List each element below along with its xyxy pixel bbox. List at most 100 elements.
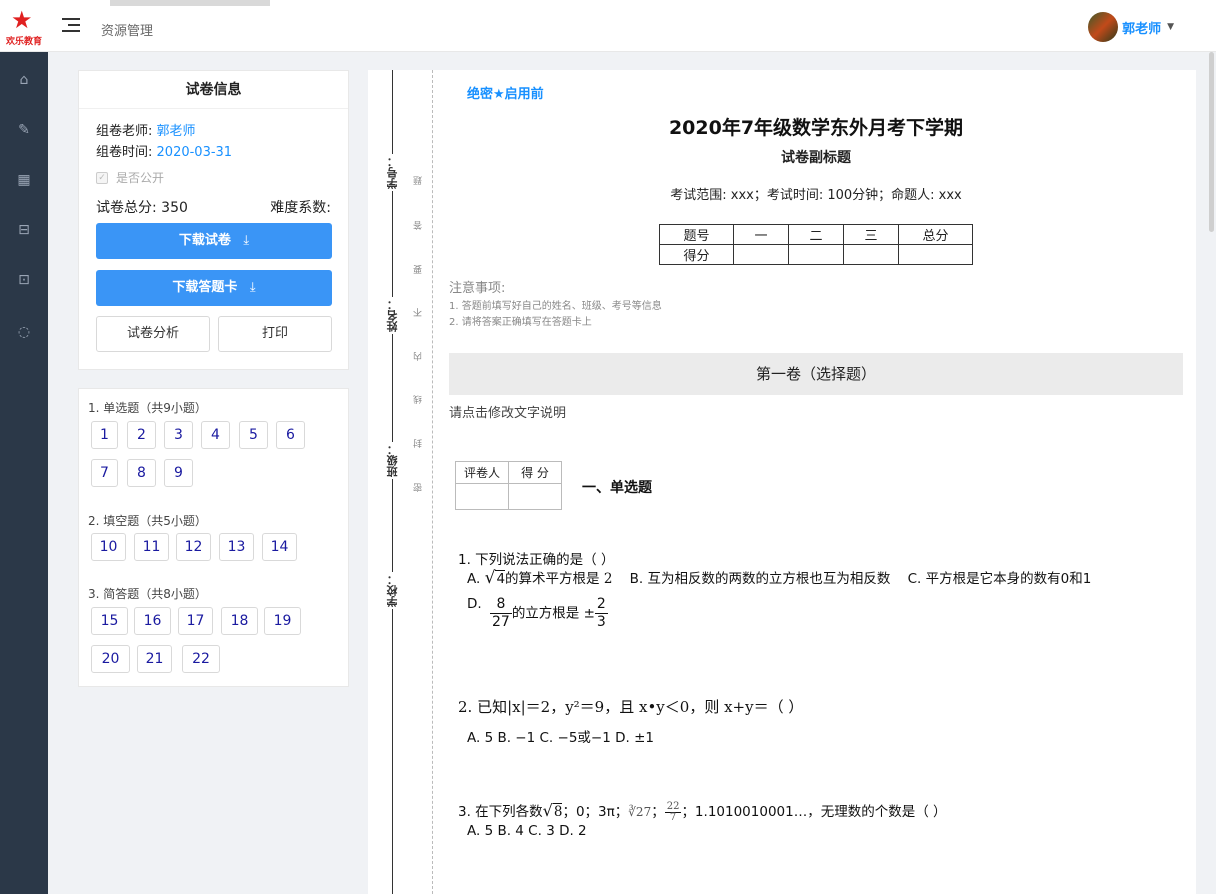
home-icon[interactable]: ⌂: [14, 70, 34, 90]
question-button[interactable]: 13: [219, 533, 254, 561]
section-header[interactable]: 第一卷（选择题）: [449, 353, 1183, 395]
user-name[interactable]: 郭老师: [1122, 18, 1161, 37]
question-button[interactable]: 4: [201, 421, 230, 449]
fraction: 22 7: [664, 800, 682, 823]
stem-suffix: ；1.1010010001…，无理数的个数是（ ）: [681, 804, 947, 820]
denominator: 27: [491, 614, 510, 630]
score-cell: [733, 244, 789, 265]
user-menu[interactable]: 郭老师 ▼: [1088, 12, 1174, 42]
section-title: 3. 简答题（共8小题）: [88, 587, 207, 601]
question-button[interactable]: 5: [239, 421, 268, 449]
breadcrumb[interactable]: 资源管理: [101, 20, 153, 39]
public-checkbox[interactable]: ✓ 是否公开: [96, 169, 164, 186]
paper-meta[interactable]: 考试范围: xxx；考试时间: 100分钟；命题人: xxx: [434, 184, 1198, 203]
question-button[interactable]: 10: [91, 533, 126, 561]
question-button[interactable]: 11: [134, 533, 169, 561]
total-label: 试卷总分:: [96, 200, 157, 216]
question-button[interactable]: 7: [91, 459, 118, 487]
question-button[interactable]: 18: [221, 607, 258, 635]
analysis-button[interactable]: 试卷分析: [96, 316, 210, 352]
caret-down-icon[interactable]: ▼: [1167, 22, 1174, 32]
binding-char: 题: [412, 176, 425, 185]
binding-char: 内: [412, 352, 425, 361]
cube-root: ∛27: [628, 805, 652, 819]
print-button[interactable]: 打印: [218, 316, 332, 352]
section-title: 2. 填空题（共5小题）: [88, 514, 207, 528]
question-button[interactable]: 20: [91, 645, 130, 673]
download-paper-button[interactable]: 下载试卷 ⤓: [96, 223, 332, 259]
score-cell: 三: [843, 224, 899, 245]
question-stem[interactable]: 2. 已知|x|＝2，y²＝9，且 x•y＜0，则 x+y＝（ ）: [458, 696, 803, 717]
option-a-text: 的算术平方根是: [505, 571, 600, 587]
option-a-value: 2: [603, 571, 613, 587]
note-item[interactable]: 2. 请将答案正确填写在答题卡上: [449, 313, 592, 328]
scrollbar[interactable]: [1209, 52, 1214, 232]
building-icon[interactable]: ▦: [14, 170, 34, 190]
question-options[interactable]: A. √4的算术平方根是 2 B. 互为相反数的两数的立方根也互为相反数 C. …: [467, 567, 1091, 588]
panel-title: 试卷信息: [79, 71, 348, 109]
board-icon[interactable]: ⊡: [14, 270, 34, 290]
question-stem[interactable]: 3. 在下列各数√8；0；3π；∛27； 22 7 ；1.1010010001…，无理…: [458, 800, 947, 823]
logo-text: 欢乐教育: [5, 36, 42, 46]
grader-cell: [455, 483, 509, 510]
sqrt-icon: √: [542, 801, 553, 820]
option-d-text: 的立方根是: [511, 605, 580, 622]
edit-icon[interactable]: ✎: [14, 120, 34, 140]
top-bar: ★ 欢乐教育 资源管理 郭老师 ▼: [0, 0, 1216, 52]
note-item[interactable]: 1. 答题前填写好自己的姓名、班级、考号等信息: [449, 297, 662, 312]
inbox-icon[interactable]: ⊟: [14, 220, 34, 240]
question-button[interactable]: 17: [178, 607, 213, 635]
paper-subtitle[interactable]: 试卷副标题: [434, 147, 1198, 167]
question-options[interactable]: A. 5 B. 4 C. 3 D. 2: [467, 823, 587, 839]
question-button[interactable]: 19: [264, 607, 301, 635]
question-option-d[interactable]: D. 8 27 的立方根是 ±2 3: [467, 596, 608, 631]
secret-label[interactable]: 绝密★启用前: [467, 83, 544, 102]
question-button[interactable]: 21: [137, 645, 172, 673]
question-options[interactable]: A. 5 B. −1 C. −5或−1 D. ±1: [467, 726, 654, 746]
question-button[interactable]: 3: [164, 421, 193, 449]
notes-title[interactable]: 注意事项:: [449, 277, 505, 296]
option-a-prefix: A.: [467, 571, 485, 587]
question-button[interactable]: 6: [276, 421, 305, 449]
question-button[interactable]: 8: [127, 459, 156, 487]
question-button[interactable]: 15: [91, 607, 128, 635]
teacher-label: 组卷老师:: [96, 124, 153, 139]
question-button[interactable]: 9: [164, 459, 193, 487]
school-label: 学校：: [385, 572, 401, 609]
edit-hint[interactable]: 请点击修改文字说明: [449, 402, 566, 421]
student-id-label: 学号：: [385, 154, 401, 191]
question-type-title[interactable]: 一、单选题: [582, 477, 652, 497]
score-cell: [788, 244, 844, 265]
download-icon: ⤓: [243, 233, 250, 248]
question-button[interactable]: 14: [262, 533, 297, 561]
question-stem[interactable]: 1. 下列说法正确的是（ ）: [458, 548, 614, 568]
score-cell: 题号: [659, 224, 734, 245]
question-button[interactable]: 22: [182, 645, 220, 673]
paper-title[interactable]: 2020年7年级数学东外月考下学期: [434, 113, 1198, 140]
teacher-value: 郭老师: [156, 124, 196, 139]
exam-paper: 学号： 姓名： 班级： 学校： 题 答 要 不 内 线 封 密 绝密★启用前 2…: [368, 70, 1196, 894]
logo[interactable]: ★ 欢乐教育: [2, 8, 46, 46]
time-label: 组卷时间:: [96, 145, 153, 160]
download-card-label: 下载答题卡: [172, 280, 238, 295]
score-cell: [843, 244, 899, 265]
numerator: 22: [664, 800, 682, 813]
denominator: 7: [669, 811, 677, 823]
binding-char: 要: [412, 265, 425, 274]
checkbox-icon[interactable]: ✓: [96, 171, 108, 184]
question-button[interactable]: 12: [176, 533, 211, 561]
avatar[interactable]: [1088, 12, 1119, 42]
grader-table: 评卷人 得 分: [455, 461, 562, 510]
user-icon[interactable]: ◌: [14, 322, 34, 342]
question-button[interactable]: 16: [134, 607, 171, 635]
question-button[interactable]: 2: [127, 421, 156, 449]
question-button[interactable]: 1: [91, 421, 118, 449]
score-cell: 二: [788, 224, 844, 245]
menu-toggle-icon[interactable]: [62, 18, 80, 34]
option-d-prefix: D.: [467, 596, 482, 612]
download-card-button[interactable]: 下载答题卡 ⤓: [96, 270, 332, 306]
question-navigator: 1. 单选题（共9小题） 1 2 3 4 5 6 7 8 9 2. 填空题（共5…: [78, 388, 349, 687]
score-cell: 总分: [898, 224, 973, 245]
binding-line: [392, 70, 393, 894]
fraction: 23: [594, 596, 608, 631]
